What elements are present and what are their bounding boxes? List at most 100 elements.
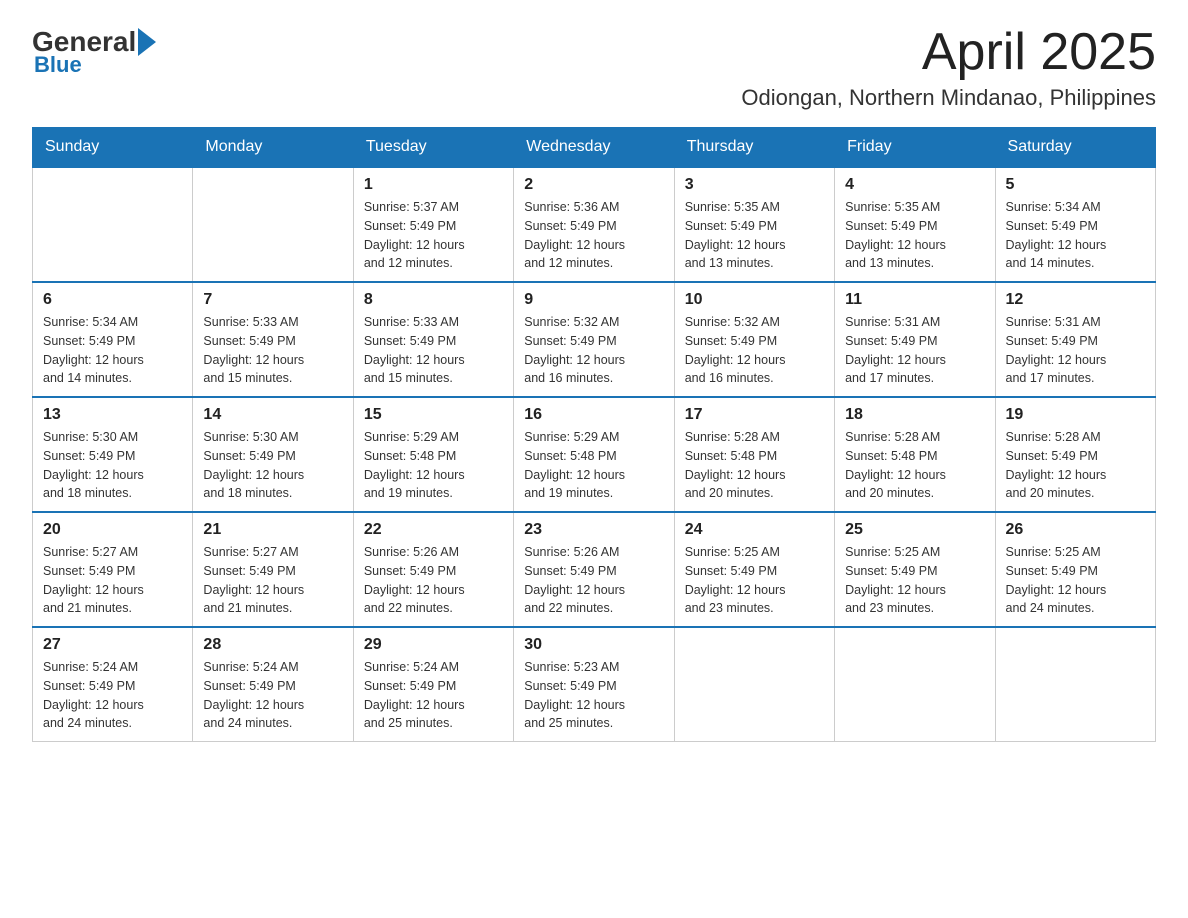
weekday-header-thursday: Thursday	[674, 128, 834, 168]
weekday-header-wednesday: Wednesday	[514, 128, 674, 168]
logo-arrow-icon	[138, 28, 156, 56]
day-info: Sunrise: 5:24 AM Sunset: 5:49 PM Dayligh…	[364, 658, 503, 733]
day-number: 28	[203, 636, 342, 654]
day-number: 15	[364, 406, 503, 424]
calendar-cell: 8 Sunrise: 5:33 AM Sunset: 5:49 PM Daylig…	[353, 282, 513, 397]
day-number: 22	[364, 521, 503, 539]
logo-blue-text: Blue	[34, 52, 82, 78]
day-number: 9	[524, 291, 663, 309]
day-number: 30	[524, 636, 663, 654]
calendar-cell: 4 Sunrise: 5:35 AM Sunset: 5:49 PM Daylig…	[835, 167, 995, 282]
calendar-cell: 13Sunrise: 5:30 AM Sunset: 5:49 PM Dayli…	[33, 397, 193, 512]
day-number: 29	[364, 636, 503, 654]
calendar-cell: 15 Sunrise: 5:29 AM Sunset: 5:48 PM Dayli…	[353, 397, 513, 512]
day-number: 25	[845, 521, 984, 539]
calendar-cell: 17 Sunrise: 5:28 AM Sunset: 5:48 PM Dayli…	[674, 397, 834, 512]
day-number: 6	[43, 291, 182, 309]
day-number: 12	[1006, 291, 1145, 309]
week-row-4: 20 Sunrise: 5:27 AM Sunset: 5:49 PM Dayli…	[33, 512, 1156, 627]
month-year-title: April 2025	[741, 24, 1156, 81]
day-info: Sunrise: 5:33 AM Sunset: 5:49 PM Dayligh…	[203, 313, 342, 388]
day-info: Sunrise: 5:31 AM Sunset: 5:49 PM Dayligh…	[845, 313, 984, 388]
calendar-cell	[995, 627, 1155, 742]
day-info: Sunrise: 5:26 AM Sunset: 5:49 PM Dayligh…	[364, 543, 503, 618]
day-info: Sunrise: 5:29 AM Sunset: 5:48 PM Dayligh…	[524, 428, 663, 503]
calendar-table: SundayMondayTuesdayWednesdayThursdayFrid…	[32, 127, 1156, 742]
day-number: 20	[43, 521, 182, 539]
day-number: 11	[845, 291, 984, 309]
week-row-3: 13Sunrise: 5:30 AM Sunset: 5:49 PM Dayli…	[33, 397, 1156, 512]
calendar-cell: 6 Sunrise: 5:34 AM Sunset: 5:49 PM Daylig…	[33, 282, 193, 397]
day-number: 3	[685, 176, 824, 194]
day-info: Sunrise: 5:32 AM Sunset: 5:49 PM Dayligh…	[524, 313, 663, 388]
week-row-2: 6 Sunrise: 5:34 AM Sunset: 5:49 PM Daylig…	[33, 282, 1156, 397]
calendar-cell	[193, 167, 353, 282]
day-number: 23	[524, 521, 663, 539]
calendar-cell: 20 Sunrise: 5:27 AM Sunset: 5:49 PM Dayli…	[33, 512, 193, 627]
day-number: 18	[845, 406, 984, 424]
day-info: Sunrise: 5:28 AM Sunset: 5:49 PM Dayligh…	[1006, 428, 1145, 503]
calendar-cell: 16 Sunrise: 5:29 AM Sunset: 5:48 PM Dayli…	[514, 397, 674, 512]
calendar-cell: 5Sunrise: 5:34 AM Sunset: 5:49 PM Daylig…	[995, 167, 1155, 282]
calendar-cell	[33, 167, 193, 282]
calendar-cell: 11 Sunrise: 5:31 AM Sunset: 5:49 PM Dayli…	[835, 282, 995, 397]
calendar-cell: 7 Sunrise: 5:33 AM Sunset: 5:49 PM Daylig…	[193, 282, 353, 397]
day-info: Sunrise: 5:28 AM Sunset: 5:48 PM Dayligh…	[685, 428, 824, 503]
calendar-cell: 27 Sunrise: 5:24 AM Sunset: 5:49 PM Dayli…	[33, 627, 193, 742]
day-number: 5	[1006, 176, 1145, 194]
weekday-header-sunday: Sunday	[33, 128, 193, 168]
weekday-header-monday: Monday	[193, 128, 353, 168]
day-number: 10	[685, 291, 824, 309]
weekday-header-saturday: Saturday	[995, 128, 1155, 168]
page-header: General Blue April 2025 Odiongan, Northe…	[32, 24, 1156, 111]
calendar-cell: 30Sunrise: 5:23 AM Sunset: 5:49 PM Dayli…	[514, 627, 674, 742]
title-block: April 2025 Odiongan, Northern Mindanao, …	[741, 24, 1156, 111]
day-number: 17	[685, 406, 824, 424]
weekday-header-friday: Friday	[835, 128, 995, 168]
calendar-cell: 21Sunrise: 5:27 AM Sunset: 5:49 PM Dayli…	[193, 512, 353, 627]
calendar-cell	[674, 627, 834, 742]
week-row-1: 1 Sunrise: 5:37 AM Sunset: 5:49 PM Daylig…	[33, 167, 1156, 282]
day-info: Sunrise: 5:31 AM Sunset: 5:49 PM Dayligh…	[1006, 313, 1145, 388]
calendar-cell: 3 Sunrise: 5:35 AM Sunset: 5:49 PM Daylig…	[674, 167, 834, 282]
calendar-cell: 29 Sunrise: 5:24 AM Sunset: 5:49 PM Dayli…	[353, 627, 513, 742]
day-number: 8	[364, 291, 503, 309]
location-subtitle: Odiongan, Northern Mindanao, Philippines	[741, 85, 1156, 111]
day-info: Sunrise: 5:33 AM Sunset: 5:49 PM Dayligh…	[364, 313, 503, 388]
calendar-cell: 14Sunrise: 5:30 AM Sunset: 5:49 PM Dayli…	[193, 397, 353, 512]
day-info: Sunrise: 5:35 AM Sunset: 5:49 PM Dayligh…	[845, 198, 984, 273]
calendar-cell: 22 Sunrise: 5:26 AM Sunset: 5:49 PM Dayli…	[353, 512, 513, 627]
day-number: 24	[685, 521, 824, 539]
day-info: Sunrise: 5:27 AM Sunset: 5:49 PM Dayligh…	[203, 543, 342, 618]
day-number: 27	[43, 636, 182, 654]
calendar-cell: 19 Sunrise: 5:28 AM Sunset: 5:49 PM Dayli…	[995, 397, 1155, 512]
day-info: Sunrise: 5:24 AM Sunset: 5:49 PM Dayligh…	[43, 658, 182, 733]
day-info: Sunrise: 5:35 AM Sunset: 5:49 PM Dayligh…	[685, 198, 824, 273]
calendar-cell: 25 Sunrise: 5:25 AM Sunset: 5:49 PM Dayli…	[835, 512, 995, 627]
day-number: 14	[203, 406, 342, 424]
day-info: Sunrise: 5:25 AM Sunset: 5:49 PM Dayligh…	[685, 543, 824, 618]
calendar-cell: 18 Sunrise: 5:28 AM Sunset: 5:48 PM Dayli…	[835, 397, 995, 512]
day-info: Sunrise: 5:34 AM Sunset: 5:49 PM Dayligh…	[43, 313, 182, 388]
calendar-cell: 28 Sunrise: 5:24 AM Sunset: 5:49 PM Dayli…	[193, 627, 353, 742]
weekday-header-tuesday: Tuesday	[353, 128, 513, 168]
calendar-cell: 23Sunrise: 5:26 AM Sunset: 5:49 PM Dayli…	[514, 512, 674, 627]
day-info: Sunrise: 5:25 AM Sunset: 5:49 PM Dayligh…	[1006, 543, 1145, 618]
calendar-cell: 9 Sunrise: 5:32 AM Sunset: 5:49 PM Daylig…	[514, 282, 674, 397]
day-info: Sunrise: 5:25 AM Sunset: 5:49 PM Dayligh…	[845, 543, 984, 618]
calendar-cell: 2Sunrise: 5:36 AM Sunset: 5:49 PM Daylig…	[514, 167, 674, 282]
day-number: 1	[364, 176, 503, 194]
calendar-cell: 1 Sunrise: 5:37 AM Sunset: 5:49 PM Daylig…	[353, 167, 513, 282]
day-number: 4	[845, 176, 984, 194]
day-number: 16	[524, 406, 663, 424]
day-info: Sunrise: 5:29 AM Sunset: 5:48 PM Dayligh…	[364, 428, 503, 503]
day-info: Sunrise: 5:37 AM Sunset: 5:49 PM Dayligh…	[364, 198, 503, 273]
day-info: Sunrise: 5:28 AM Sunset: 5:48 PM Dayligh…	[845, 428, 984, 503]
calendar-cell	[835, 627, 995, 742]
day-number: 7	[203, 291, 342, 309]
calendar-cell: 12 Sunrise: 5:31 AM Sunset: 5:49 PM Dayli…	[995, 282, 1155, 397]
day-number: 19	[1006, 406, 1145, 424]
day-info: Sunrise: 5:27 AM Sunset: 5:49 PM Dayligh…	[43, 543, 182, 618]
weekday-header-row: SundayMondayTuesdayWednesdayThursdayFrid…	[33, 128, 1156, 168]
day-info: Sunrise: 5:24 AM Sunset: 5:49 PM Dayligh…	[203, 658, 342, 733]
